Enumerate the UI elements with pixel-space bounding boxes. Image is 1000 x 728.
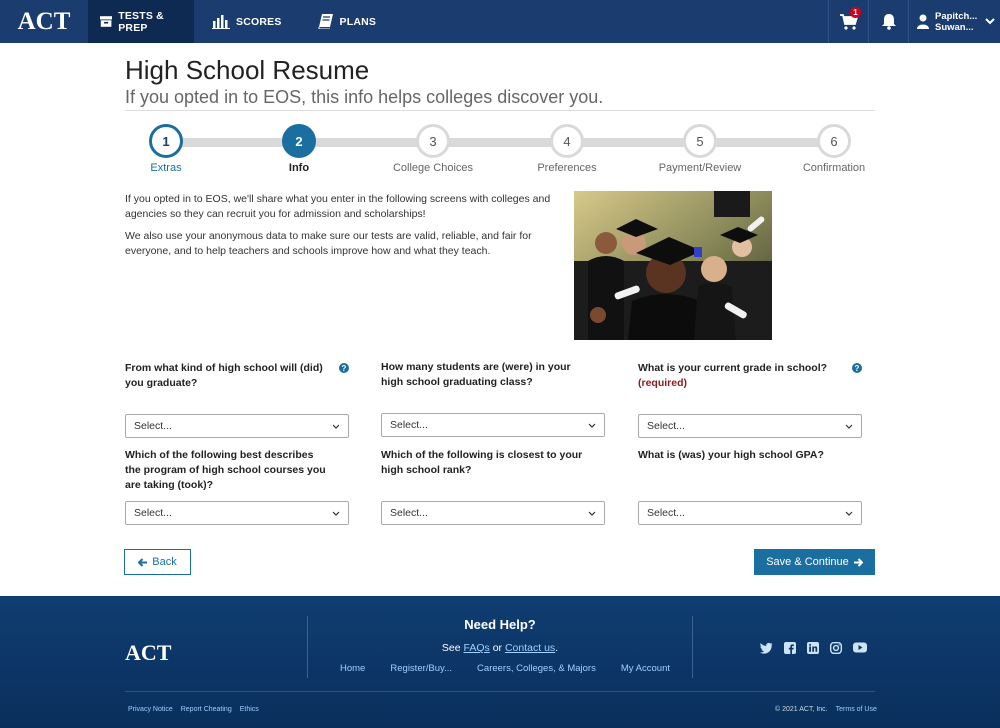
help-icon[interactable]: ? — [852, 363, 862, 373]
field-school-type: From what kind of high school will (did)… — [125, 361, 349, 406]
required-marker: (required) — [638, 377, 688, 389]
arrow-right-icon — [853, 557, 863, 567]
gpa-label: What is (was) your high school GPA? — [638, 449, 824, 461]
nav-tests-prep[interactable]: TESTS & PREP — [88, 0, 194, 43]
footer-link-account[interactable]: My Account — [621, 663, 670, 674]
facebook-icon[interactable] — [784, 642, 796, 654]
save-continue-button[interactable]: Save & Continue — [754, 549, 875, 575]
help-links: See FAQs or Contact us. — [441, 642, 559, 654]
book-icon — [318, 14, 333, 29]
intro-text: If you opted in to EOS, we'll share what… — [125, 192, 565, 266]
program-label: Which of the following best describes th… — [125, 449, 326, 491]
school-type-select[interactable]: Select... — [125, 414, 349, 438]
gpa-select[interactable]: Select... — [638, 501, 862, 525]
privacy-notice-link[interactable]: Privacy Notice — [128, 706, 173, 713]
cart-count-badge: 1 — [850, 7, 861, 18]
step-info: 2 Info — [249, 124, 349, 174]
field-grade: What is your current grade in school? (r… — [638, 361, 862, 406]
program-select[interactable]: Select... — [125, 501, 349, 525]
rank-label: Which of the following is closest to you… — [381, 449, 583, 476]
ethics-link[interactable]: Ethics — [240, 706, 259, 713]
notifications-button[interactable] — [868, 0, 908, 43]
social-links — [760, 642, 867, 654]
chevron-down-icon — [332, 424, 340, 429]
graduates-photo — [574, 191, 772, 340]
instagram-icon[interactable] — [830, 642, 842, 654]
help-icon[interactable]: ? — [339, 363, 349, 373]
bell-icon — [881, 14, 896, 30]
field-program: Which of the following best describes th… — [125, 448, 349, 493]
step-payment-review: 5 Payment/Review — [650, 124, 750, 174]
field-rank: Which of the following is closest to you… — [381, 448, 605, 493]
user-name: Papitch... Suwan... — [935, 10, 978, 33]
step-extras[interactable]: 1 Extras — [116, 124, 216, 174]
page-subtitle: If you opted in to EOS, this info helps … — [125, 87, 604, 107]
nav-scores-label: SCORES — [236, 15, 282, 28]
class-size-label: How many students are (were) in your hig… — [381, 361, 571, 388]
chevron-down-icon — [845, 511, 853, 516]
chevron-down-icon — [985, 18, 995, 25]
chevron-down-icon — [588, 511, 596, 516]
legal-links: Privacy Notice Report Cheating Ethics — [128, 706, 259, 713]
field-gpa: What is (was) your high school GPA? — [638, 448, 862, 493]
step-college-choices: 3 College Choices — [383, 124, 483, 174]
page-title: High School Resume — [125, 55, 370, 85]
nav-plans-label: PLANS — [339, 15, 377, 28]
step-preferences: 4 Preferences — [517, 124, 617, 174]
nav-plans[interactable]: PLANS — [300, 0, 395, 43]
faqs-link[interactable]: FAQs — [464, 642, 490, 654]
act-logo[interactable]: ACT — [0, 0, 88, 43]
divider — [125, 110, 875, 111]
user-menu[interactable]: Papitch... Suwan... — [908, 0, 1000, 43]
arrow-left-icon — [138, 557, 148, 567]
need-help-title: Need Help? — [464, 617, 536, 632]
footer-nav: Home Register/Buy... Careers, Colleges, … — [340, 663, 670, 674]
copyright: © 2021 ACT, Inc. — [775, 706, 828, 713]
footer-link-careers[interactable]: Careers, Colleges, & Majors — [477, 663, 596, 674]
copyright-area: © 2021 ACT, Inc. Terms of Use — [775, 706, 877, 713]
bar-chart-icon — [212, 14, 230, 29]
footer-act-logo[interactable]: ACT — [125, 640, 171, 666]
footer-divider — [125, 691, 875, 692]
chevron-down-icon — [845, 424, 853, 429]
twitter-icon[interactable] — [760, 642, 773, 654]
back-button[interactable]: Back — [124, 549, 191, 575]
chevron-down-icon — [332, 511, 340, 516]
progress-stepper: 1 Extras 2 Info 3 College Choices 4 Pref… — [125, 124, 875, 180]
youtube-icon[interactable] — [853, 642, 867, 653]
nav-tests-prep-label: TESTS & PREP — [118, 9, 164, 34]
grade-label: What is your current grade in school? — [638, 362, 828, 374]
grade-select[interactable]: Select... — [638, 414, 862, 438]
school-type-label: From what kind of high school will (did)… — [125, 362, 323, 389]
user-icon — [917, 14, 929, 29]
nav-scores[interactable]: SCORES — [194, 0, 300, 43]
footer-link-register[interactable]: Register/Buy... — [390, 663, 452, 674]
footer: ACT Need Help? See FAQs or Contact us. H… — [0, 596, 1000, 728]
report-cheating-link[interactable]: Report Cheating — [181, 706, 232, 713]
intro-paragraph-2: We also use your anonymous data to make … — [125, 230, 532, 257]
chevron-down-icon — [588, 423, 596, 428]
step-confirmation: 6 Confirmation — [784, 124, 884, 174]
intro-paragraph-1: If you opted in to EOS, we'll share what… — [125, 193, 551, 220]
cart-button[interactable]: 1 — [828, 0, 868, 43]
linkedin-icon[interactable] — [807, 642, 819, 654]
class-size-select[interactable]: Select... — [381, 413, 605, 437]
box-icon — [100, 16, 113, 27]
rank-select[interactable]: Select... — [381, 501, 605, 525]
top-nav: ACT TESTS & PREP SCORES PLANS 1 Papitch.… — [0, 0, 1000, 43]
contact-us-link[interactable]: Contact us — [505, 642, 555, 654]
field-class-size: How many students are (were) in your hig… — [381, 360, 605, 405]
footer-link-home[interactable]: Home — [340, 663, 365, 674]
terms-of-use-link[interactable]: Terms of Use — [836, 706, 877, 713]
